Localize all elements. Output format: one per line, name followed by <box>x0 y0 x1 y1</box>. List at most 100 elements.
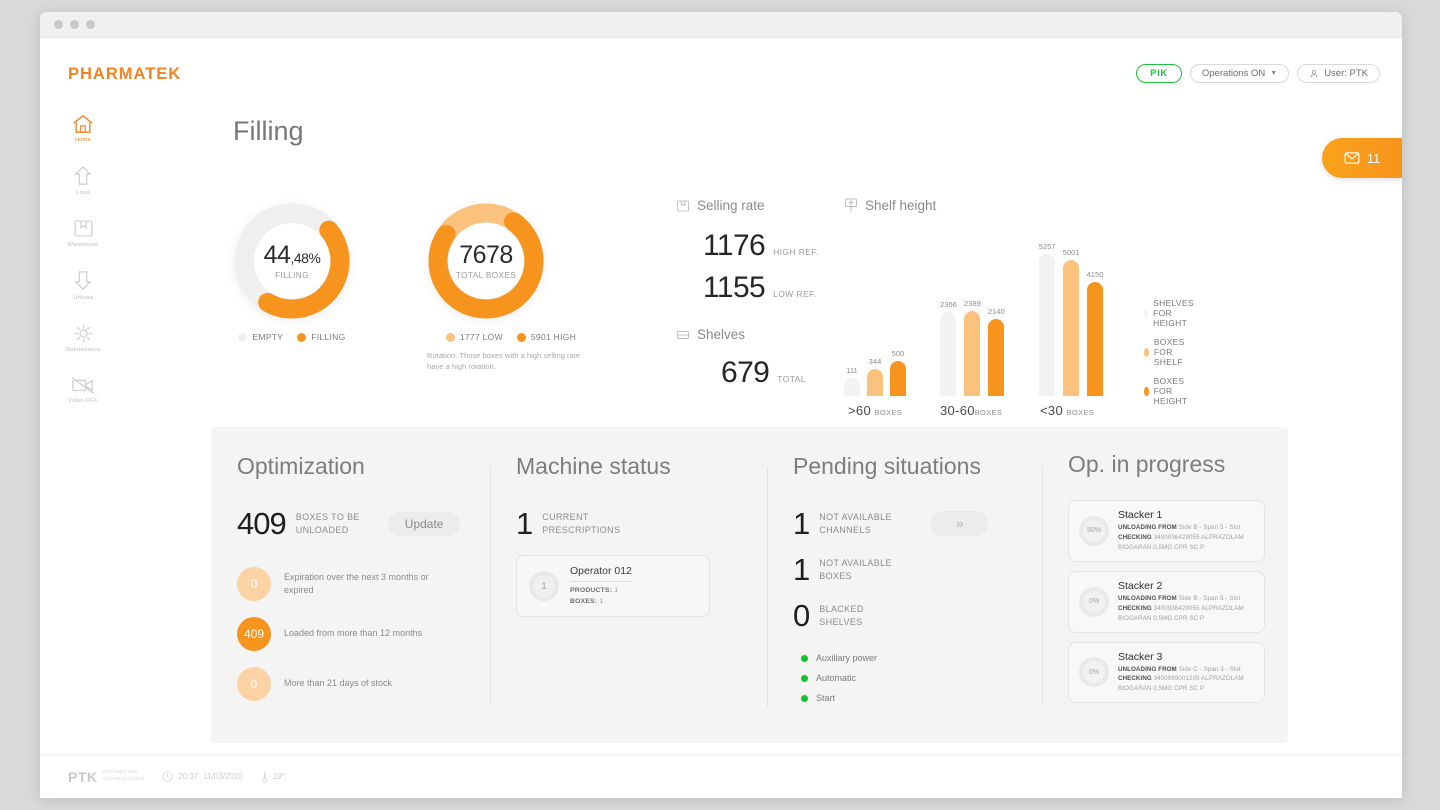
stacker-card[interactable]: 50% Stacker 1 UNLOADING FROM Side B - Sp… <box>1068 500 1265 562</box>
stacker-card[interactable]: 0% Stacker 2 UNLOADING FROM Side B - Spa… <box>1068 570 1265 633</box>
bar-item: 500 <box>890 349 906 396</box>
thermometer-icon <box>261 771 267 783</box>
pending-label: NOT AVAILABLE BOXES <box>819 558 892 581</box>
status-label: Auxiliary power <box>816 653 878 663</box>
bar-value: 344 <box>868 357 882 366</box>
sidebar-item-video-off[interactable]: Video OFF <box>53 375 113 404</box>
bar-group: 111 344 500 <box>844 349 906 396</box>
legend-item: SHELVES FOR HEIGHT <box>1144 298 1199 328</box>
operator-meta: PRODUCTS: 1 BOXES: 1 <box>570 587 619 605</box>
chevron-down-icon: ▼ <box>1270 70 1278 77</box>
box-icon <box>676 200 690 211</box>
bar-x-label: 30-60BOXES <box>940 403 1003 418</box>
machine-status-column: Machine status 1 CURRENT PRESCRIPTIONS 1 … <box>490 427 767 743</box>
operator-card[interactable]: 1 Operator 012 PRODUCTS: 1 BOXES: 1 <box>516 555 710 618</box>
user-label: User: PTK <box>1324 68 1368 79</box>
legend-swatch <box>238 332 248 342</box>
shelf-height-icon <box>845 198 857 212</box>
bubble-text: Loaded from more than 12 months <box>284 628 423 639</box>
chart-legend: SHELVES FOR HEIGHT BOXES FOR SHELF BOXES… <box>1144 298 1199 406</box>
total-boxes-caption: TOTAL BOXES <box>455 270 517 280</box>
bar <box>867 369 883 396</box>
legend-swatch <box>297 332 307 342</box>
total-boxes-value: 7678 <box>459 240 513 269</box>
footer-tagline: AUTOMATION TECHNOLOGIES <box>102 770 145 782</box>
window-close-button[interactable] <box>54 20 63 29</box>
legend-label: 5901 HIGH <box>530 332 577 342</box>
bar-item: 5257 <box>1039 242 1056 396</box>
window-maximize-button[interactable] <box>86 20 95 29</box>
stacker-info: Stacker 2 UNLOADING FROM Side B - Span 5… <box>1118 580 1244 624</box>
pending-item: 1 NOT AVAILABLE BOXES <box>793 554 1042 585</box>
boxes-to-unload-kpi: 409 BOXES TO BE UNLOADED Update <box>237 508 490 539</box>
selling-rate-high-value: 1176 <box>703 229 766 262</box>
selling-rate-header: Selling rate <box>676 198 846 213</box>
messages-button[interactable]: 11 <box>1322 138 1402 178</box>
sidebar-item-warehouse[interactable]: Warehouse <box>53 218 113 248</box>
bar-item: 2389 <box>964 299 981 396</box>
bar-value: 2389 <box>963 299 981 308</box>
optimization-bubble-row: 0 More than 21 days of stock <box>237 667 490 701</box>
legend-item: FILLING <box>297 332 345 342</box>
optimization-bubble-row: 409 Loaded from more than 12 months <box>237 617 490 651</box>
status-dot-icon <box>801 654 808 662</box>
legend-item: BOXES FOR SHELF <box>1144 337 1199 367</box>
bar-item: 5001 <box>1063 248 1080 396</box>
sidebar-item-label: Video OFF <box>68 398 98 404</box>
filling-donut: 44,48% FILLING <box>233 202 351 320</box>
bar-item: 4150 <box>1086 270 1104 396</box>
sidebar-item-load[interactable]: Load <box>53 165 113 196</box>
bar <box>1086 282 1103 396</box>
arrow-up-icon <box>74 166 92 185</box>
stacker-checking: CHECKING 3400936429055 ALPRAZOLAM <box>1118 533 1244 541</box>
total-boxes-legend: 1777 LOW 5901 HIGH <box>427 332 595 342</box>
stacker-card[interactable]: 0% Stacker 3 UNLOADING FROM Side C - Spa… <box>1068 641 1265 704</box>
optimization-column: Optimization 409 BOXES TO BE UNLOADED Upd… <box>211 427 490 743</box>
sidebar-item-unload[interactable]: Unload <box>53 270 113 301</box>
sidebar-item-label: Warehouse <box>67 242 99 248</box>
footer-temperature: 19° <box>261 771 285 783</box>
footer-time: 20:37 <box>178 772 199 781</box>
user-menu[interactable]: User: PTK <box>1297 64 1380 83</box>
total-boxes-donut-center: 7678 TOTAL BOXES <box>427 202 545 320</box>
legend-item: EMPTY <box>238 332 283 342</box>
pending-next-button[interactable]: » <box>929 511 988 536</box>
desktop-background: PHARMATEK PIK Operations ON ▼ User: PTK <box>0 0 1440 810</box>
filling-donut-card: 44,48% FILLING EMPTY FILLING <box>233 202 351 342</box>
page-title: Filling <box>233 116 304 146</box>
stacker-action: UNLOADING FROM Side B - Span 5 - Slot <box>1118 594 1241 602</box>
pik-status-badge[interactable]: PIK <box>1136 64 1182 83</box>
sidebar-item-label: Load <box>76 190 90 196</box>
update-button[interactable]: Update <box>387 511 461 536</box>
bar-value: 4150 <box>1086 270 1104 279</box>
dashboard-panel: Optimization 409 BOXES TO BE UNLOADED Upd… <box>211 427 1288 743</box>
stacker-action: UNLOADING FROM Side C - Span 3 - Slot <box>1118 665 1241 673</box>
filling-legend: EMPTY FILLING <box>233 332 351 342</box>
legend-swatch <box>516 332 526 342</box>
operations-label: Operations ON <box>1201 68 1266 79</box>
shelf-icon <box>676 330 690 339</box>
footer-logo: PTK <box>68 768 98 785</box>
bar <box>988 319 1005 396</box>
sidebar-item-home[interactable]: Home <box>53 114 113 143</box>
stacker-info: Stacker 3 UNLOADING FROM Side C - Span 3… <box>1118 651 1244 695</box>
sidebar-item-maintenance[interactable]: Maintenance <box>53 323 113 353</box>
operations-dropdown[interactable]: Operations ON ▼ <box>1189 64 1290 83</box>
window-minimize-button[interactable] <box>70 20 79 29</box>
window-titlebar <box>40 12 1402 38</box>
selling-rate-low-value: 1155 <box>703 271 766 304</box>
stacker-checking: CHECKING 3400936429055 ALPRAZOLAM <box>1118 604 1244 612</box>
total-boxes-donut-card: 7678 TOTAL BOXES 1777 LOW 5901 HIGH Rota… <box>427 202 595 372</box>
status-dot-icon <box>801 694 808 702</box>
app-window: PHARMATEK PIK Operations ON ▼ User: PTK <box>40 12 1402 798</box>
legend-label: 1777 LOW <box>459 332 503 342</box>
current-prescriptions-label: CURRENT PRESCRIPTIONS <box>542 512 621 535</box>
bar-value: 2140 <box>987 307 1005 316</box>
shelves-title: Shelves <box>697 327 746 342</box>
operations-title: Op. in progress <box>1068 451 1226 477</box>
sidebar-item-label: Maintenance <box>65 347 101 353</box>
bar-item: 2140 <box>988 307 1005 396</box>
shelves-header: Shelves <box>676 327 846 342</box>
app-body: PHARMATEK PIK Operations ON ▼ User: PTK <box>40 38 1402 798</box>
stacker-progress: 0% <box>1079 657 1109 688</box>
